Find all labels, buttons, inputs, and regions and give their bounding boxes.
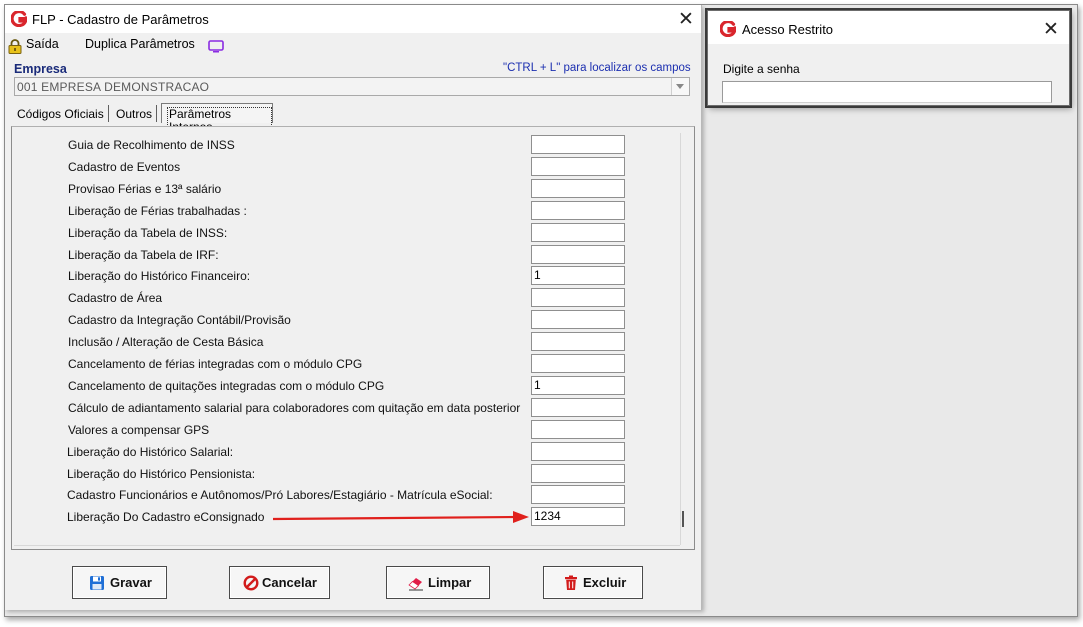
cancelar-button[interactable]: Cancelar	[229, 566, 330, 599]
limpar-label: Limpar	[428, 575, 472, 590]
dialog-body: Digite a senha	[708, 44, 1069, 105]
dialog-titlebar: Acesso Restrito ✕	[708, 11, 1069, 44]
gravar-label: Gravar	[110, 575, 152, 590]
password-input[interactable]	[722, 81, 1052, 103]
dialog-title: Acesso Restrito	[742, 22, 834, 37]
g-logo-icon	[720, 21, 736, 37]
no-entry-icon	[243, 575, 259, 591]
annotation-arrow	[272, 511, 529, 523]
cancelar-label: Cancelar	[262, 575, 317, 590]
excluir-button[interactable]: Excluir	[543, 566, 643, 599]
acesso-restrito-dialog: Acesso Restrito ✕ Digite a senha	[707, 10, 1070, 106]
limpar-button[interactable]: Limpar	[386, 566, 490, 599]
floppy-disk-icon	[90, 576, 104, 590]
eraser-icon	[408, 578, 423, 591]
password-label: Digite a senha	[723, 62, 800, 76]
action-bar: Gravar Cancelar Limpar Excluir	[5, 554, 701, 610]
gravar-button[interactable]: Gravar	[72, 566, 167, 599]
screenshot-frame: FLP - Cadastro de Parâmetros ✕ Saída Dup…	[4, 4, 1078, 617]
dialog-close-button[interactable]: ✕	[1043, 20, 1059, 39]
trash-icon	[565, 575, 577, 590]
main-window: FLP - Cadastro de Parâmetros ✕ Saída Dup…	[5, 5, 702, 610]
excluir-label: Excluir	[583, 575, 627, 590]
